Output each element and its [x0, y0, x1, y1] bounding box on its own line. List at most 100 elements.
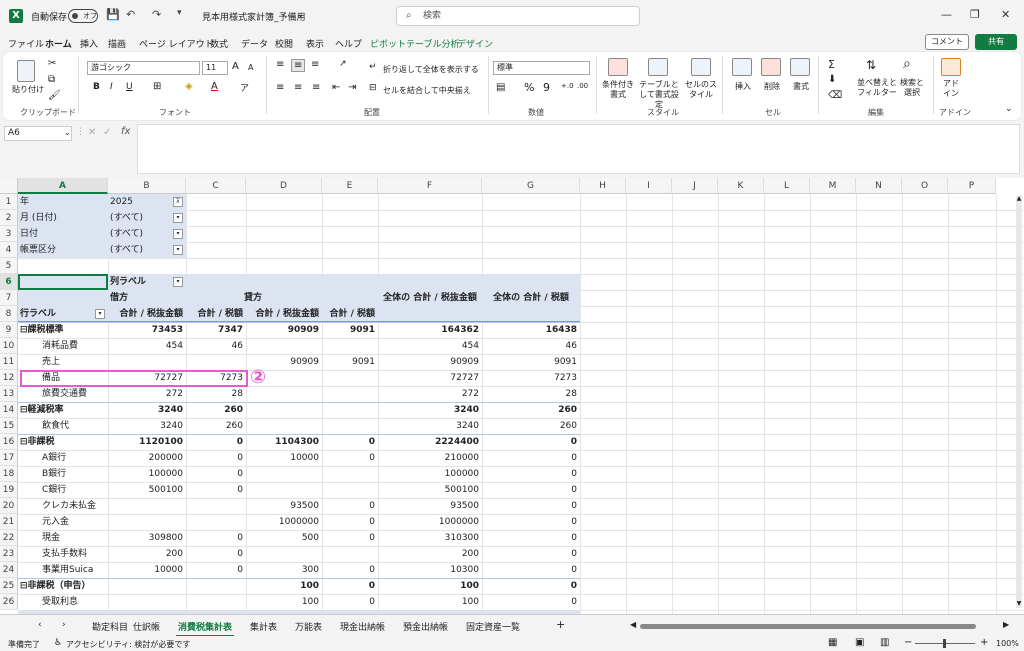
- column-filter-dropdown-icon[interactable]: ▾: [173, 277, 183, 287]
- font-size-select[interactable]: 11: [202, 61, 228, 75]
- row-header[interactable]: 10: [0, 338, 18, 354]
- pivot-value-cell[interactable]: 0: [482, 562, 580, 578]
- align-left-icon[interactable]: ≡: [276, 82, 284, 93]
- column-header[interactable]: K: [718, 178, 764, 194]
- tab-help[interactable]: ヘルプ: [335, 37, 362, 50]
- format-painter-icon[interactable]: 🖌: [48, 90, 61, 101]
- pivot-value-cell[interactable]: 200000: [108, 450, 186, 466]
- pivot-group-row[interactable]: ⊟軽減税率: [20, 402, 106, 418]
- tab-view[interactable]: 表示: [306, 37, 324, 50]
- row-header[interactable]: 9: [0, 322, 18, 338]
- pivot-value-cell[interactable]: 272: [378, 386, 482, 402]
- find-select-icon[interactable]: ⌕: [903, 56, 911, 72]
- orientation-icon[interactable]: ↗: [339, 59, 347, 69]
- underline-icon[interactable]: U: [126, 82, 133, 92]
- scroll-up-icon[interactable]: ▲: [1016, 196, 1022, 204]
- horizontal-scrollbar[interactable]: [640, 624, 976, 629]
- pivot-value-cell[interactable]: [186, 354, 246, 370]
- row-header[interactable]: 3: [0, 226, 18, 242]
- filter-applied-icon[interactable]: ⊼: [173, 197, 183, 207]
- pivot-value-cell[interactable]: [246, 386, 322, 402]
- copy-icon[interactable]: ⧉: [48, 74, 55, 85]
- find-select-button[interactable]: 検索と選択: [898, 78, 926, 98]
- pivot-value-cell[interactable]: 3240: [108, 418, 186, 434]
- close-icon[interactable]: ✕: [1001, 8, 1010, 21]
- pivot-value-cell[interactable]: 0: [186, 546, 246, 562]
- redo-icon[interactable]: ↷: [152, 8, 161, 21]
- column-header[interactable]: H: [580, 178, 626, 194]
- pivot-value-cell[interactable]: 1120100: [108, 434, 186, 450]
- pivot-value-cell[interactable]: 309800: [108, 530, 186, 546]
- document-title[interactable]: 見本用様式家計簿_予備用: [202, 10, 306, 23]
- zoom-in-icon[interactable]: +: [980, 637, 988, 648]
- autosave-toggle[interactable]: オフ: [68, 9, 98, 23]
- cell-styles-button[interactable]: セルのスタイル: [683, 80, 719, 100]
- pivot-value-cell[interactable]: 2224400: [378, 434, 482, 450]
- filter-value[interactable]: (すべて): [110, 226, 170, 242]
- filter-dropdown-icon[interactable]: ▾: [173, 229, 183, 239]
- pivot-value-cell[interactable]: 46: [482, 338, 580, 354]
- pivot-value-cell[interactable]: 7273: [482, 370, 580, 386]
- pivot-value-cell[interactable]: 0: [482, 546, 580, 562]
- format-as-table-icon[interactable]: [648, 58, 668, 76]
- pivot-value-cell[interactable]: 310300: [378, 530, 482, 546]
- pivot-value-cell[interactable]: 90909: [378, 354, 482, 370]
- pivot-value-cell[interactable]: [246, 338, 322, 354]
- percent-icon[interactable]: %: [524, 81, 534, 94]
- pivot-value-cell[interactable]: 9091: [482, 354, 580, 370]
- pivot-value-cell[interactable]: 0: [186, 450, 246, 466]
- delete-cells-icon[interactable]: [761, 58, 781, 76]
- pivot-value-cell[interactable]: 1000000: [246, 514, 322, 530]
- next-sheet-icon[interactable]: ›: [62, 620, 66, 630]
- align-center-icon[interactable]: ≡: [294, 82, 302, 93]
- pivot-value-cell[interactable]: 0: [322, 562, 378, 578]
- search-box[interactable]: ⌕ 検索: [396, 6, 640, 26]
- row-header[interactable]: 15: [0, 418, 18, 434]
- zoom-level[interactable]: 100%: [996, 639, 1019, 648]
- comma-style-icon[interactable]: 9: [543, 81, 550, 94]
- pivot-value-cell[interactable]: 0: [322, 514, 378, 530]
- tab-data[interactable]: データ: [241, 37, 268, 50]
- pivot-value-cell[interactable]: 100000: [378, 466, 482, 482]
- sheet-tab[interactable]: 預金出納帳: [403, 620, 448, 633]
- italic-icon[interactable]: I: [110, 82, 113, 92]
- pivot-value-cell[interactable]: 100000: [108, 466, 186, 482]
- pivot-value-cell[interactable]: 300: [246, 562, 322, 578]
- active-cell-a6[interactable]: [18, 274, 108, 290]
- scroll-down-icon[interactable]: ▼: [1016, 601, 1022, 609]
- column-header[interactable]: J: [672, 178, 718, 194]
- normal-view-icon[interactable]: ▦: [828, 637, 837, 648]
- pivot-value-cell[interactable]: 28: [186, 386, 246, 402]
- filter-dropdown-icon[interactable]: ▾: [173, 213, 183, 223]
- pivot-value-cell[interactable]: 3240: [378, 418, 482, 434]
- pivot-value-cell[interactable]: [186, 578, 246, 594]
- sort-filter-button[interactable]: 並べ替えとフィルター: [857, 78, 897, 98]
- insert-cells-icon[interactable]: [732, 58, 752, 76]
- cell-styles-icon[interactable]: [691, 58, 711, 76]
- pivot-value-cell[interactable]: 9091: [322, 354, 378, 370]
- pivot-value-cell[interactable]: [186, 594, 246, 610]
- pivot-value-cell[interactable]: [322, 370, 378, 386]
- column-header[interactable]: P: [948, 178, 996, 194]
- align-middle-icon[interactable]: ≡: [291, 59, 306, 72]
- format-as-table-button[interactable]: テーブルとして書式設定: [636, 80, 682, 110]
- merge-center-button[interactable]: セルを結合して中央揃え: [383, 85, 471, 96]
- row-header[interactable]: 18: [0, 466, 18, 482]
- sort-filter-icon[interactable]: ⇅: [866, 58, 876, 72]
- pivot-value-cell[interactable]: 0: [482, 514, 580, 530]
- row-header[interactable]: 4: [0, 242, 18, 258]
- tab-file[interactable]: ファイル: [8, 37, 44, 50]
- pivot-value-cell[interactable]: 72727: [378, 370, 482, 386]
- name-box-dropdown-icon[interactable]: ⌄: [64, 128, 71, 137]
- row-header[interactable]: 22: [0, 530, 18, 546]
- zoom-out-icon[interactable]: −: [904, 637, 912, 648]
- row-filter-dropdown-icon[interactable]: ▾: [95, 309, 105, 319]
- formula-input[interactable]: [137, 124, 1020, 174]
- accounting-format-icon[interactable]: ▤: [496, 82, 505, 93]
- pivot-value-cell[interactable]: [246, 466, 322, 482]
- pivot-value-cell[interactable]: 260: [186, 418, 246, 434]
- tab-insert[interactable]: 挿入: [80, 37, 98, 50]
- sheet-tab[interactable]: 現金出納帳: [340, 620, 385, 633]
- pivot-value-cell[interactable]: 210000: [378, 450, 482, 466]
- filter-value[interactable]: (すべて): [110, 242, 170, 258]
